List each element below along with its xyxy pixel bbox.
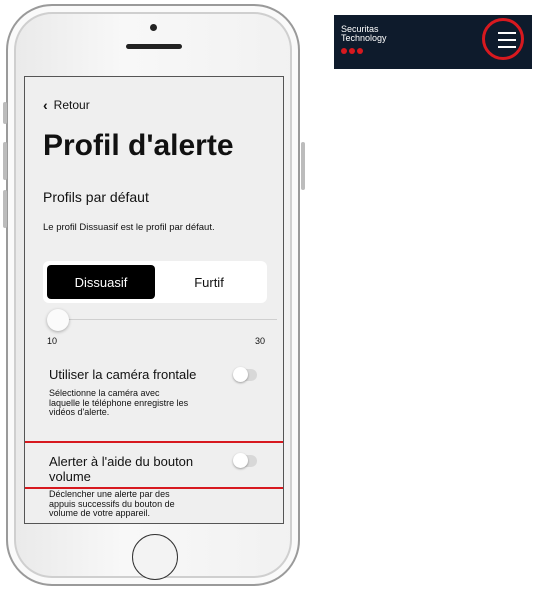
- section-description: Le profil Dissuasif est le profil par dé…: [43, 222, 215, 233]
- front-camera-toggle[interactable]: [233, 367, 257, 382]
- brand-logo-text: Securitas Technology: [341, 25, 387, 43]
- section-title: Profils par défaut: [43, 189, 149, 205]
- volume-down-button: [3, 190, 7, 228]
- front-camera-setting-title: Utiliser la caméra frontale: [49, 367, 197, 382]
- brand-header: Securitas Technology: [334, 15, 532, 69]
- title-line: Alerter à l'aide du bouton: [49, 454, 194, 469]
- volume-button-setting-title: Alerter à l'aide du bouton volume: [49, 454, 193, 484]
- volume-button-toggle[interactable]: [233, 453, 257, 468]
- title-line: volume: [49, 469, 91, 484]
- toggle-knob: [233, 367, 248, 382]
- mute-switch: [3, 102, 7, 124]
- power-button: [301, 142, 305, 190]
- phone-screen: ‹ Retour Profil d'alerte Profils par déf…: [24, 76, 284, 524]
- volume-button-setting-description: Déclencher une alerte par des appuis suc…: [49, 489, 175, 519]
- highlight-line-top: [25, 441, 283, 443]
- front-camera-setting-description: Sélectionne la caméra avec laquelle le t…: [49, 388, 188, 418]
- brand-name-line: Technology: [341, 33, 387, 43]
- toggle-knob: [233, 453, 248, 468]
- earpiece-speaker: [126, 44, 182, 49]
- description-line: volume de votre appareil.: [49, 508, 151, 518]
- profile-option-furtif[interactable]: Furtif: [155, 265, 263, 299]
- brand-dots-icon: [341, 48, 363, 54]
- slider-track[interactable]: [51, 319, 277, 320]
- page-title: Profil d'alerte: [43, 129, 234, 162]
- profile-option-dissuasif[interactable]: Dissuasif: [47, 265, 155, 299]
- home-button[interactable]: [132, 534, 178, 580]
- proximity-sensor: [150, 24, 157, 31]
- volume-up-button: [3, 142, 7, 180]
- back-button[interactable]: ‹ Retour: [43, 98, 90, 112]
- slider-thumb[interactable]: [47, 309, 69, 331]
- hamburger-menu-icon[interactable]: [498, 32, 516, 53]
- slider-min-label: 10: [47, 336, 58, 346]
- description-line: vidéos d'alerte.: [49, 407, 110, 417]
- slider-max-label: 30: [255, 336, 266, 346]
- profile-segmented-control: Dissuasif Furtif: [43, 261, 267, 303]
- chevron-left-icon: ‹: [43, 97, 48, 113]
- back-label: Retour: [53, 98, 90, 112]
